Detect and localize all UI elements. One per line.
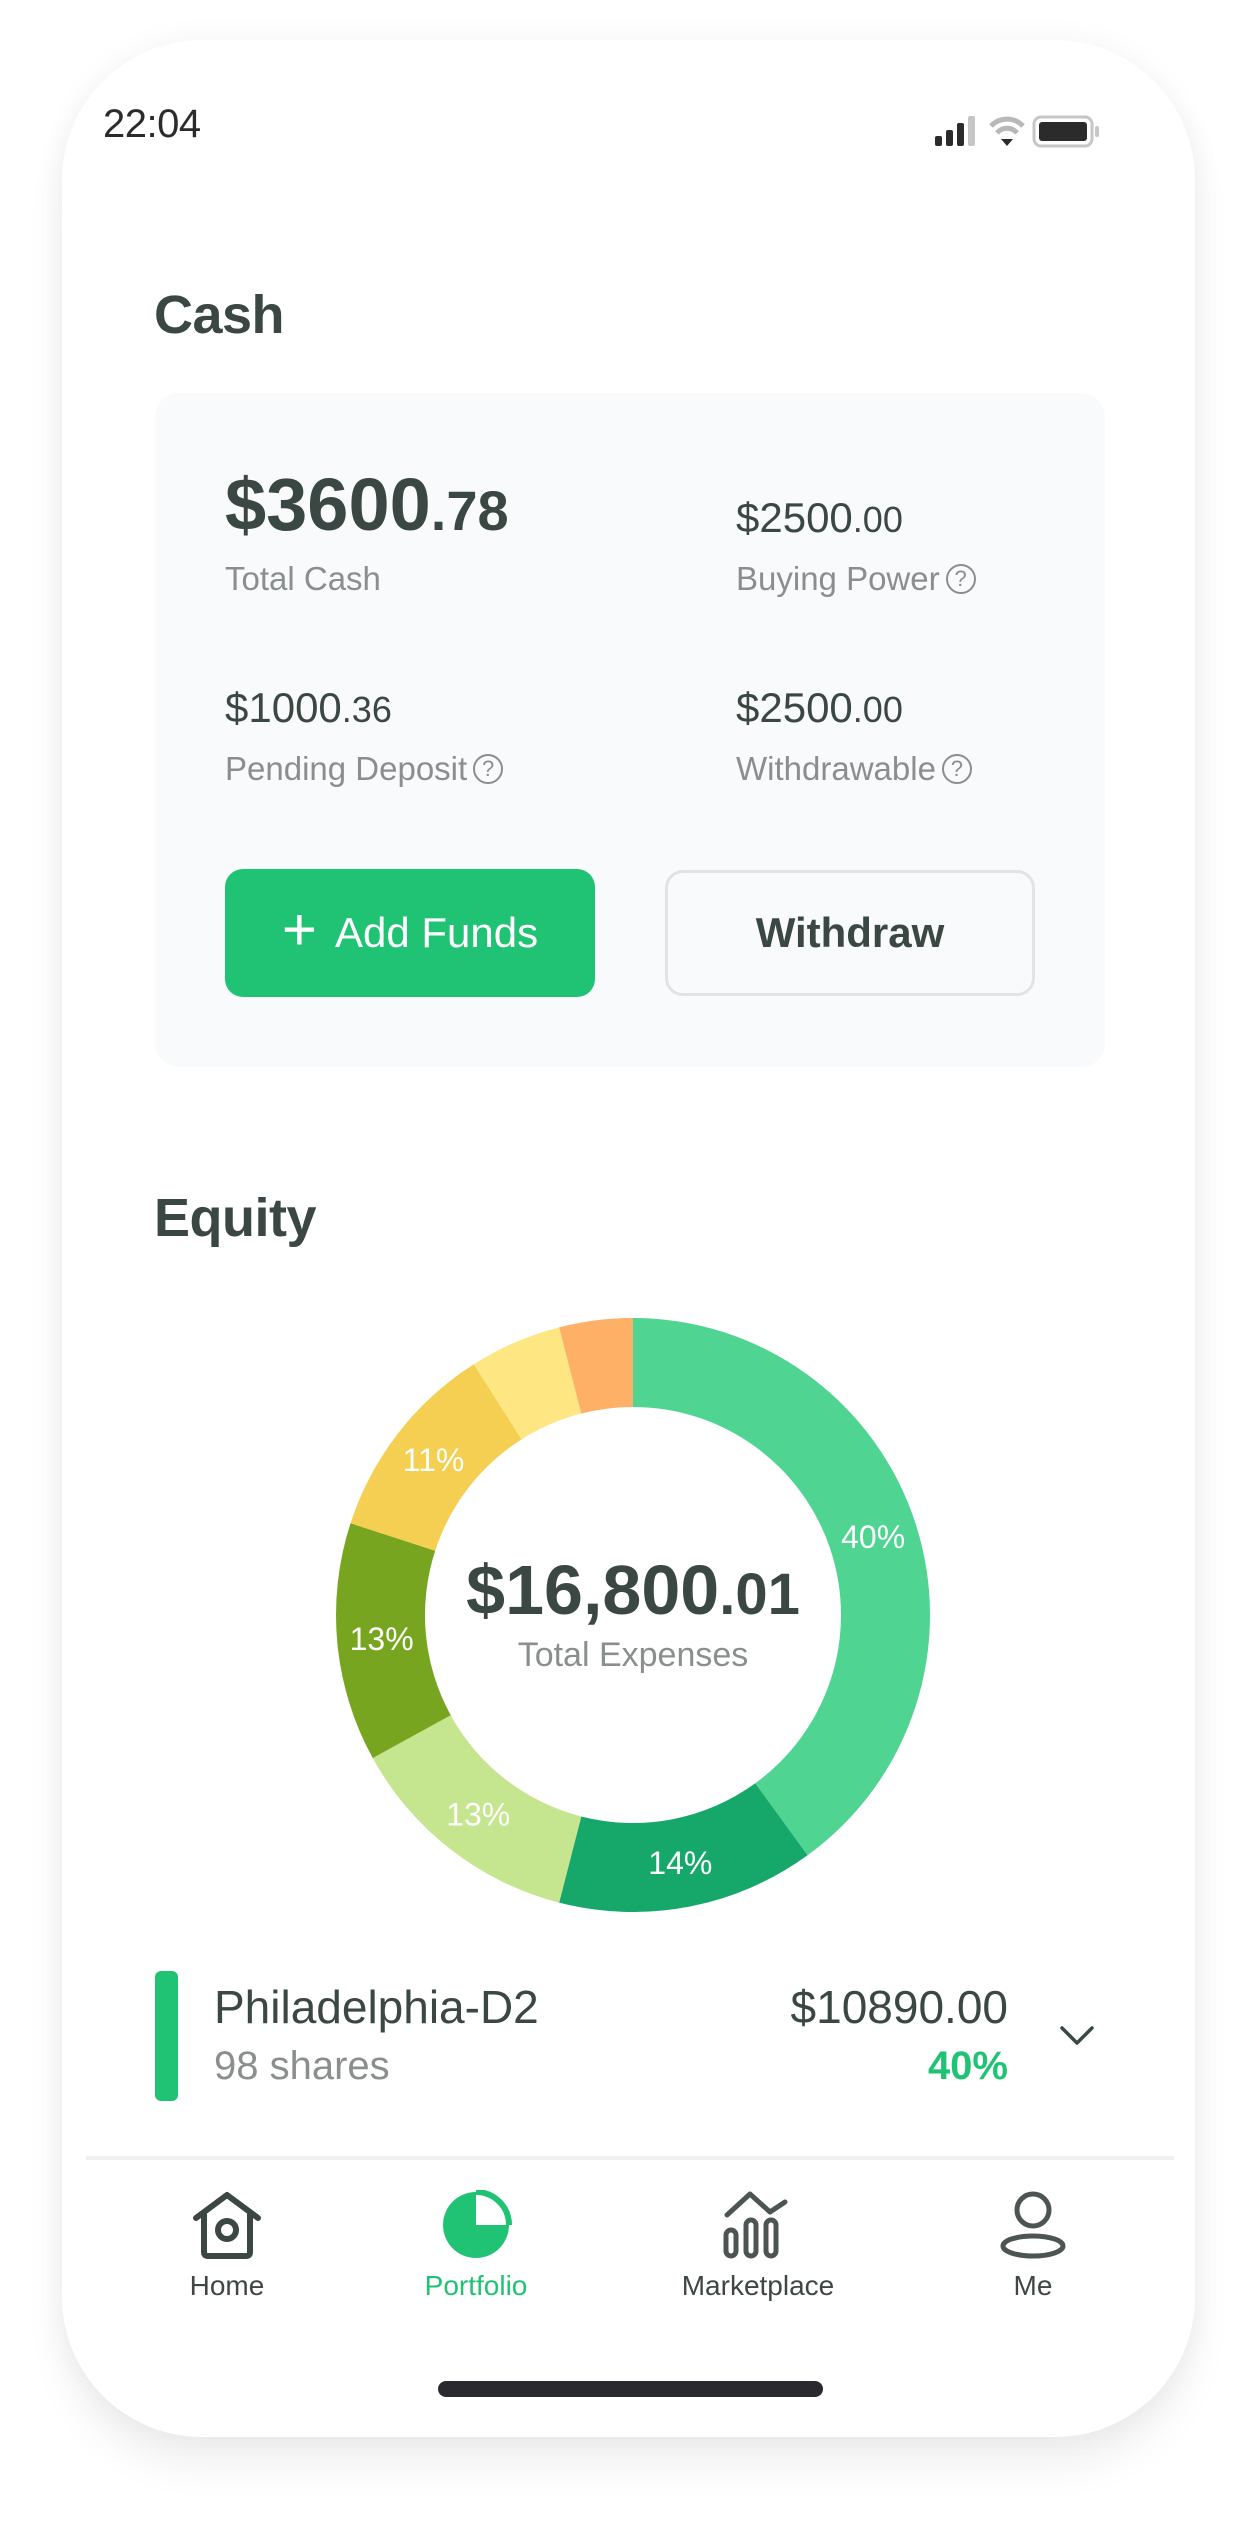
holding-color-bar: [155, 1971, 178, 2101]
cellular-signal-icon: [935, 116, 975, 146]
status-icons: [935, 112, 1135, 152]
total-cash-label-text: Total Cash: [225, 560, 381, 597]
cash-section-title: Cash: [154, 285, 285, 345]
market-chart-icon: [723, 2191, 788, 2259]
help-icon[interactable]: ?: [473, 754, 504, 784]
total-cash-cents: .78: [430, 479, 509, 542]
help-icon[interactable]: ?: [945, 564, 976, 594]
holding-percent: 40%: [927, 2044, 1008, 2088]
holding-amount: $10890.00: [790, 1981, 1008, 2033]
home-indicator: [438, 2381, 823, 2397]
status-time: 22:04: [103, 102, 201, 146]
withdraw-label: Withdraw: [755, 909, 945, 956]
pending-deposit-whole: $1000: [225, 684, 342, 731]
buying-power-label: Buying Power ?: [736, 560, 976, 598]
pending-deposit-cents: .36: [341, 689, 392, 730]
buying-power-amount: $2500.00: [736, 494, 903, 542]
tab-bar-divider: [86, 2156, 1174, 2160]
withdrawable-label: Withdrawable ?: [736, 750, 972, 788]
buying-power-whole: $2500: [736, 494, 853, 541]
holding-name: Philadelphia-D2: [214, 1981, 539, 2033]
total-cash-whole: $3600: [225, 463, 431, 546]
battery-icon: [1032, 115, 1099, 148]
home-icon: [193, 2192, 261, 2259]
donut-slice-label: 11%: [403, 1442, 465, 1478]
buying-power-cents: .00: [852, 499, 903, 540]
pie-chart-icon: [443, 2190, 512, 2258]
withdrawable-label-text: Withdrawable: [736, 750, 936, 787]
donut-slice-label: 14%: [648, 1845, 712, 1881]
total-cash-label: Total Cash: [225, 560, 381, 598]
buying-power-label-text: Buying Power: [736, 560, 940, 597]
user-icon: [1000, 2191, 1066, 2259]
tab-me-label: Me: [1013, 2270, 1053, 2301]
tab-home-label: Home: [189, 2270, 265, 2301]
tab-portfolio[interactable]: Portfolio: [366, 2190, 586, 2320]
chevron-down-icon[interactable]: [1058, 2018, 1096, 2052]
donut-total-cents: .01: [719, 1562, 800, 1627]
tab-home[interactable]: Home: [117, 2190, 337, 2320]
tab-portfolio-label: Portfolio: [424, 2270, 528, 2301]
pending-deposit-label-text: Pending Deposit: [225, 750, 468, 787]
donut-total-whole: $16,800: [466, 1551, 720, 1629]
withdrawable-amount: $2500.00: [736, 684, 903, 732]
plus-icon: +: [281, 896, 317, 963]
pending-deposit-label: Pending Deposit ?: [225, 750, 504, 788]
withdrawable-whole: $2500: [736, 684, 853, 731]
tab-marketplace-label: Marketplace: [681, 2270, 835, 2301]
withdrawable-cents: .00: [852, 689, 903, 730]
donut-total-label: Total Expenses: [517, 1636, 749, 1674]
withdraw-button[interactable]: Withdraw: [665, 870, 1035, 996]
equity-section-title: Equity: [154, 1188, 317, 1248]
add-funds-label: Add Funds: [334, 909, 539, 956]
help-icon[interactable]: ?: [941, 754, 972, 784]
donut-total-amount: $16,800.01: [383, 1550, 883, 1630]
tab-me[interactable]: Me: [923, 2190, 1143, 2320]
pending-deposit-amount: $1000.36: [225, 684, 392, 732]
wifi-icon: [989, 116, 1025, 146]
tab-marketplace[interactable]: Marketplace: [648, 2190, 868, 2320]
donut-slice-label: 13%: [446, 1797, 510, 1833]
total-cash-amount: $3600.78: [225, 462, 509, 547]
add-funds-button[interactable]: + Add Funds: [225, 869, 595, 997]
holding-shares: 98 shares: [214, 2044, 390, 2088]
